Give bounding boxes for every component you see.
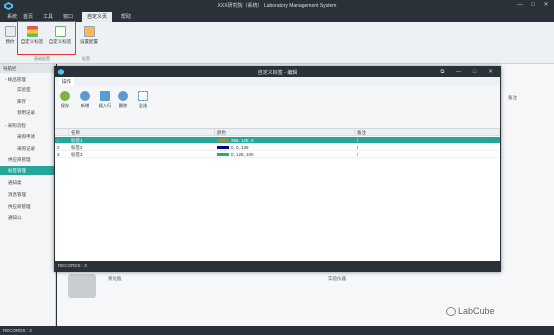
column-header-color[interactable]: 颜色 (215, 129, 355, 136)
nav-header: 导航栏 (0, 64, 56, 73)
ribbon-group-label: 配置 (82, 56, 90, 61)
toolbar-label: 全选 (138, 103, 148, 108)
wechat-icon (446, 307, 456, 316)
color-swatch (217, 139, 229, 143)
cell-color[interactable]: 0, 128, 100 (215, 151, 355, 158)
table-row[interactable]: › 标签1 255, 128, 0 / (55, 137, 500, 144)
dialog-status-bar: RECORDS : 3 (55, 261, 500, 271)
ribbon-button-settings[interactable]: 设置配置 (75, 26, 103, 45)
ribbon-button-label: 预约 (5, 39, 15, 44)
nav-item-purchase-flow[interactable]: - 采购流程 (0, 121, 56, 130)
cell-name[interactable]: 标签3 (69, 151, 215, 158)
status-bar: RECORDS : 3 (0, 326, 554, 335)
tab-custom[interactable]: 自定义页 (82, 12, 113, 22)
nav-item-usage-record[interactable]: 领用记录 (0, 108, 56, 117)
tab-operations[interactable]: 操作 (59, 77, 74, 86)
cell-color[interactable]: 255, 128, 0 (215, 137, 355, 144)
cell-note[interactable]: / (355, 144, 500, 151)
ribbon-button-label: 设置配置 (80, 39, 98, 44)
dialog-title: 自定义标签 - 编辑 (257, 70, 298, 76)
nav-item-lab[interactable]: 实验室 (0, 85, 56, 94)
row-indicator: › (57, 138, 59, 143)
add-button[interactable]: 新增 (77, 91, 93, 109)
cell-name[interactable]: 标签2 (69, 144, 215, 151)
insert-row-button[interactable]: 插入行 (95, 91, 115, 109)
nav-item-supplier-2[interactable]: 供应商管理 (0, 202, 56, 211)
column-header-name[interactable]: 名称 (69, 129, 215, 136)
flask-image (68, 274, 96, 298)
nav-item-label-mgmt[interactable]: 标签管理 (0, 166, 56, 175)
color-swatch (217, 146, 229, 150)
column-header-note[interactable]: 备注 (355, 129, 500, 136)
save-button[interactable]: 保存 (57, 91, 73, 109)
delete-icon (118, 91, 128, 101)
row-number: 3 (57, 152, 60, 157)
nav-item-notice-2[interactable]: 通知公 (0, 213, 56, 222)
row-number: 2 (57, 145, 60, 150)
color-value: 0, 0, 139 (231, 145, 249, 150)
nav-item-supplier[interactable]: 供应商管理 (0, 155, 56, 164)
toolbar-label: 新增 (80, 103, 90, 108)
cell-note[interactable]: / (355, 151, 500, 158)
add-icon (80, 91, 90, 101)
bg-column-header: 备注 (508, 95, 517, 100)
dialog-restore-button[interactable]: ⧉ (437, 68, 448, 76)
nav-item-sample-mgmt[interactable]: - 样品管理 (0, 75, 56, 84)
nav-item-inventory[interactable]: 库存 (0, 97, 56, 106)
calendar-icon (4, 26, 16, 37)
nav-item-message[interactable]: 消息管理 (0, 190, 56, 199)
save-icon (60, 91, 70, 101)
delete-button[interactable]: 删除 (115, 91, 131, 109)
color-swatch (217, 153, 229, 157)
dialog-close-button[interactable]: ✕ (485, 68, 496, 76)
tab-help[interactable]: 帮助 (116, 12, 136, 22)
toolbar-label: 插入行 (98, 103, 112, 108)
table-row[interactable]: 2 标签2 0, 0, 139 / (55, 144, 500, 151)
toolbar-label: 删除 (118, 103, 128, 108)
custom-label-dialog: 自定义标签 - 编辑 ⧉ — □ ✕ 操作 保存 新增 插入行 删除 全选 名称… (54, 66, 501, 272)
dialog-tab-bar (55, 77, 500, 86)
nav-item-notice[interactable]: 通知类 (0, 178, 56, 187)
select-all-icon (138, 91, 148, 101)
select-all-button[interactable]: 全选 (135, 91, 151, 109)
close-button[interactable]: ✕ (540, 1, 552, 10)
maximize-button[interactable]: □ (527, 1, 539, 10)
bg-row-label: 蒸化瓶 (108, 276, 122, 281)
table-row[interactable]: 3 标签3 0, 128, 100 / (55, 151, 500, 158)
cell-color[interactable]: 0, 0, 139 (215, 144, 355, 151)
dialog-maximize-button[interactable]: □ (469, 68, 480, 76)
window-title: XXX研究院（系统） Laboratory Management System (217, 3, 337, 9)
column-header-index (55, 129, 69, 136)
settings-icon (83, 26, 95, 37)
dialog-minimize-button[interactable]: — (453, 68, 464, 76)
minimize-button[interactable]: — (514, 1, 526, 10)
insert-row-icon (100, 91, 110, 101)
cell-name[interactable]: 标签1 (69, 137, 215, 144)
watermark: LabCube (458, 306, 495, 316)
cell-note[interactable]: / (355, 137, 500, 144)
color-value: 0, 128, 100 (231, 152, 254, 157)
bg-row-label: 实验仪器 (328, 276, 346, 281)
highlight-box (17, 21, 76, 55)
color-value: 255, 128, 0 (231, 138, 254, 143)
nav-item-purchase-record[interactable]: 采购记录 (0, 144, 56, 153)
nav-item-purchase-request[interactable]: 采购申请 (0, 132, 56, 141)
toolbar-label: 保存 (60, 103, 70, 108)
ribbon-group-label: 基础配置 (34, 56, 50, 61)
